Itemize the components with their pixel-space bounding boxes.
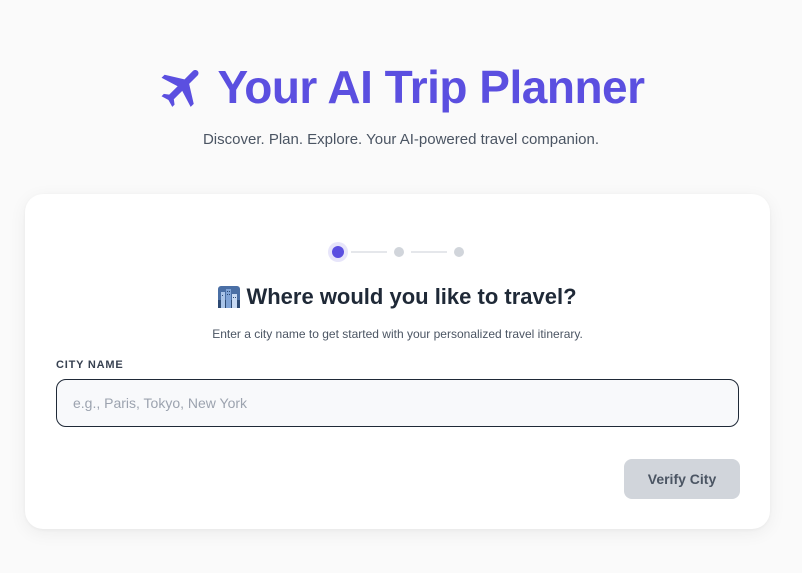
step-connector: [410, 251, 447, 253]
step-description: Enter a city name to get started with yo…: [212, 327, 583, 341]
page-subtitle: Discover. Plan. Explore. Your AI-powered…: [202, 131, 600, 148]
airplane-icon: [157, 61, 209, 113]
city-name-input[interactable]: [56, 379, 739, 427]
page-title: Your AI Trip Planner: [217, 61, 645, 113]
progress-stepper: [25, 246, 770, 258]
step-1-dot: [331, 246, 344, 258]
page-header: Your AI Trip Planner: [0, 60, 802, 114]
verify-city-button[interactable]: Verify City: [624, 459, 740, 499]
step-heading-text: Where would you like to travel?: [246, 284, 577, 309]
step-2-dot: [393, 247, 404, 257]
cityscape-icon: [218, 286, 241, 308]
step-3-dot: [453, 247, 464, 257]
step-connector: [350, 251, 387, 253]
city-step-card: Where would you like to travel? Enter a …: [25, 194, 770, 529]
step-heading: Where would you like to travel?: [25, 284, 770, 310]
city-name-label: CITY NAME: [56, 359, 124, 371]
